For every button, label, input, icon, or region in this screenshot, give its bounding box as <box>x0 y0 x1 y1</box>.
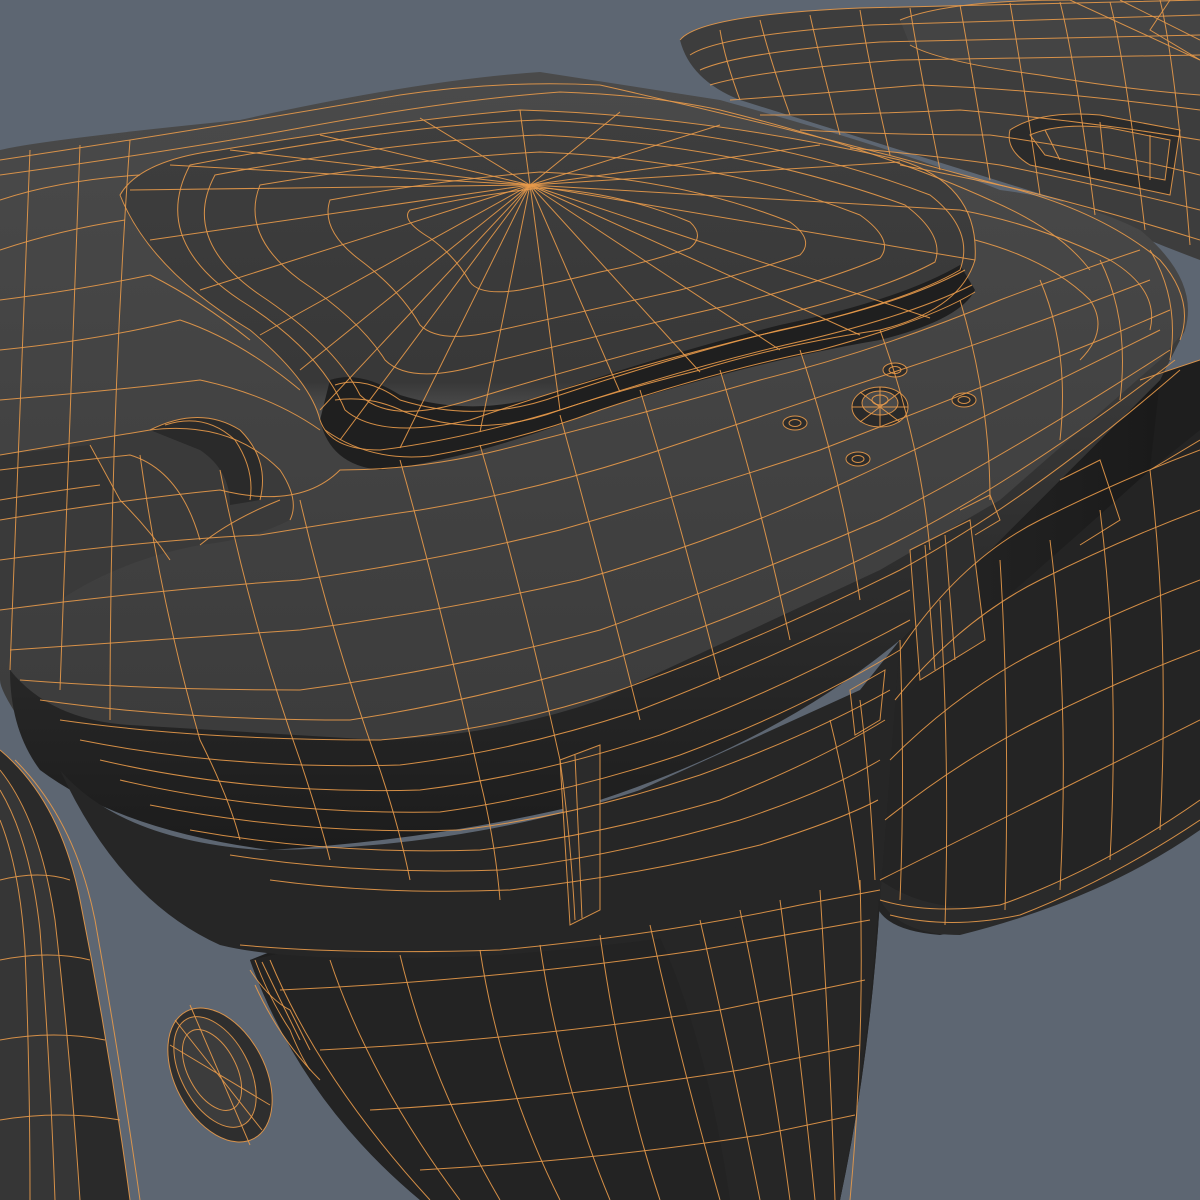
render-viewport <box>0 0 1200 1200</box>
wireframe-render <box>0 0 1200 1200</box>
